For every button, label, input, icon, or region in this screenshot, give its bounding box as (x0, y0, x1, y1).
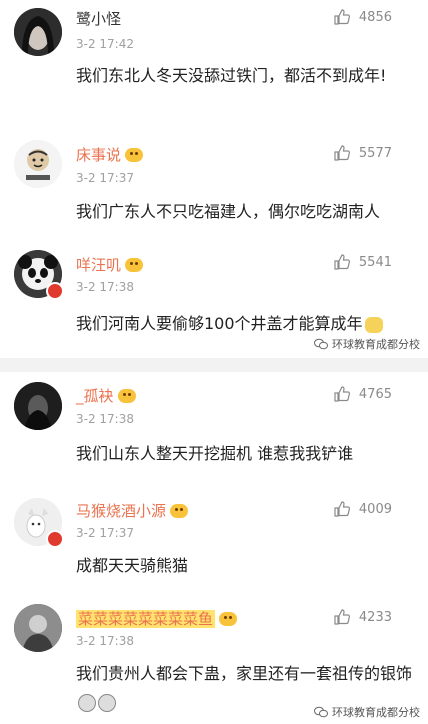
avatar-image (14, 140, 62, 188)
verified-badge-icon (46, 530, 64, 548)
comment-text: 我们河南人要偷够100个井盖才能算成年 (76, 310, 416, 338)
like-button[interactable]: 4009 (333, 500, 392, 518)
username[interactable]: _孤袂 (76, 385, 136, 406)
like-button[interactable]: 5541 (333, 253, 392, 271)
username[interactable]: 鹭小怪 (76, 8, 121, 29)
vip-emoji-badge-icon (125, 257, 144, 272)
like-count: 4009 (358, 501, 392, 517)
wechat-icon (314, 338, 328, 350)
watermark: 环球教育成都分校 (314, 704, 420, 720)
comment-text: 我们山东人整天开挖掘机 谁惹我我铲谁 (76, 444, 354, 463)
username[interactable]: 床事说 (76, 144, 144, 165)
watermark: 环球教育成都分校 (314, 336, 420, 352)
username[interactable]: 马猴烧酒小源 (76, 500, 189, 521)
like-button[interactable]: 4765 (333, 385, 392, 403)
like-count: 4765 (358, 386, 392, 402)
like-count: 4856 (358, 9, 392, 25)
avatar[interactable] (14, 8, 62, 56)
username-text: _孤袂 (76, 387, 114, 405)
vip-emoji-badge-icon (170, 503, 189, 518)
vip-emoji-badge-icon (117, 388, 136, 403)
watermark-text: 环球教育成都分校 (332, 338, 420, 351)
comment-time: 3-2 17:38 (76, 634, 134, 648)
thumbs-up-icon (334, 9, 350, 25)
username[interactable]: 菜菜菜菜菜菜菜菜鱼 (76, 608, 238, 629)
thumbs-up-icon (334, 254, 350, 270)
avatar-image (14, 8, 62, 56)
dizzy-emoji-icon (98, 693, 116, 712)
like-button[interactable]: 4233 (333, 608, 392, 626)
thumbs-up-icon (334, 145, 350, 161)
avatar[interactable] (14, 498, 64, 548)
avatar[interactable] (14, 250, 64, 300)
username-text: 咩汪叽 (76, 256, 122, 274)
thumbs-up-icon (334, 501, 350, 517)
comment-time: 3-2 17:37 (76, 171, 134, 185)
watermark-text: 环球教育成都分校 (332, 706, 420, 719)
avatar[interactable] (14, 140, 62, 188)
smile-emoji-icon (364, 316, 383, 333)
username[interactable]: 咩汪叽 (76, 254, 144, 275)
verified-badge-icon (46, 282, 64, 300)
like-button[interactable]: 5577 (333, 144, 392, 162)
like-count: 4233 (358, 609, 392, 625)
username-text: 床事说 (76, 146, 122, 164)
comment-time: 3-2 17:38 (76, 412, 134, 426)
avatar[interactable] (14, 604, 62, 652)
username-text: 马猴烧酒小源 (76, 502, 167, 520)
wechat-icon (314, 706, 328, 718)
section-divider (0, 358, 428, 372)
username-text: 菜菜菜菜菜菜菜菜鱼 (76, 610, 216, 628)
like-count: 5541 (358, 254, 392, 270)
avatar[interactable] (14, 382, 62, 430)
dizzy-emoji-icon (78, 693, 96, 712)
comment-text: 我们广东人不只吃福建人，偶尔吃吃湖南人 (76, 202, 381, 221)
avatar-image (14, 382, 62, 430)
comment-text-content: 我们贵州人都会下蛊，家里还有一套祖传的银饰 (76, 664, 413, 683)
comment-text: 我们东北人冬天没舔过铁门，都活不到成年! (76, 66, 387, 85)
comment-time: 3-2 17:42 (76, 37, 134, 51)
avatar-image (14, 604, 62, 652)
comment-time: 3-2 17:37 (76, 526, 134, 540)
thumbs-up-icon (334, 386, 350, 402)
comment-text-content: 我们河南人要偷够100个井盖才能算成年 (76, 314, 363, 333)
thumbs-up-icon (334, 609, 350, 625)
like-count: 5577 (358, 145, 392, 161)
comment-time: 3-2 17:38 (76, 280, 134, 294)
comment-text: 成都天天骑熊猫 (76, 556, 189, 575)
like-button[interactable]: 4856 (333, 8, 392, 26)
vip-emoji-badge-icon (219, 611, 238, 626)
vip-emoji-badge-icon (125, 147, 144, 162)
